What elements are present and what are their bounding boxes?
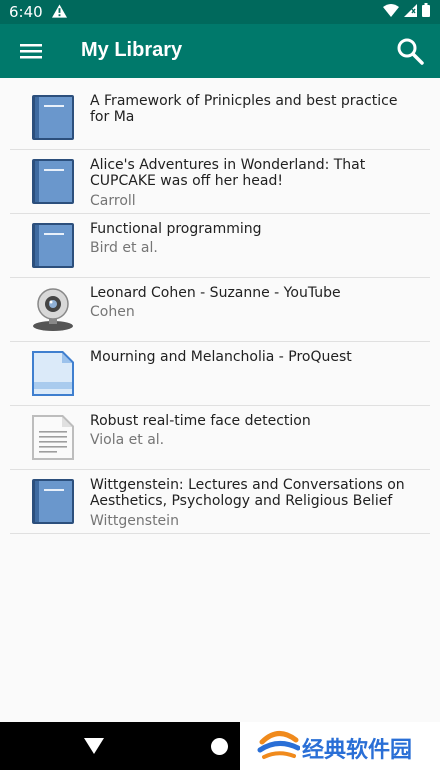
item-author: Cohen — [90, 304, 135, 320]
warning-icon — [52, 4, 67, 18]
watermark-logo — [257, 731, 300, 759]
list-item[interactable]: Mourning and Melancholia - ProQuest — [0, 342, 440, 406]
book-icon — [32, 479, 74, 524]
item-title: Leonard Cohen - Suzanne - YouTube — [90, 285, 341, 301]
item-title: Alice's Adventures in Wonderland: That C… — [90, 157, 366, 189]
list-item[interactable]: Wittgenstein: Lectures and Conversations… — [0, 470, 440, 534]
library-list: A Framework of Prinicples and best pract… — [0, 86, 440, 534]
home-icon[interactable] — [211, 738, 228, 755]
book-icon — [32, 159, 74, 204]
item-title: Functional programming — [90, 221, 262, 237]
watermark: 经典软件园 — [240, 722, 440, 770]
item-author: Wittgenstein — [90, 513, 179, 529]
wifi-icon — [383, 3, 399, 17]
list-item[interactable]: Robust real-time face detection Viola et… — [0, 406, 440, 470]
divider — [10, 533, 430, 534]
item-author: Viola et al. — [90, 432, 165, 448]
document-icon — [32, 415, 74, 460]
item-title: A Framework of Prinicples and best pract… — [90, 93, 398, 125]
menu-icon[interactable] — [16, 38, 46, 64]
list-item[interactable]: A Framework of Prinicples and best pract… — [0, 86, 440, 150]
item-title: Robust real-time face detection — [90, 413, 311, 429]
back-icon[interactable] — [84, 738, 104, 754]
status-bar: 6:40 — [0, 0, 440, 24]
item-author: Bird et al. — [90, 240, 158, 256]
search-icon[interactable] — [396, 37, 424, 65]
item-title: Wittgenstein: Lectures and Conversations… — [90, 477, 405, 509]
signal-icon — [404, 3, 417, 17]
book-icon — [32, 223, 74, 268]
list-item[interactable]: Leonard Cohen - Suzanne - YouTube Cohen — [0, 278, 440, 342]
list-item[interactable]: Alice's Adventures in Wonderland: That C… — [0, 150, 440, 214]
battery-icon — [422, 3, 430, 17]
webpage-icon — [32, 351, 74, 396]
app-bar: My Library — [0, 24, 440, 78]
status-time: 6:40 — [9, 3, 43, 21]
page-title: My Library — [81, 39, 183, 61]
item-title: Mourning and Melancholia - ProQuest — [90, 349, 352, 365]
webcam-icon — [33, 288, 73, 331]
item-author: Carroll — [90, 193, 136, 209]
book-icon — [32, 95, 74, 140]
watermark-text: 经典软件园 — [302, 738, 413, 763]
list-item[interactable]: Functional programming Bird et al. — [0, 214, 440, 278]
